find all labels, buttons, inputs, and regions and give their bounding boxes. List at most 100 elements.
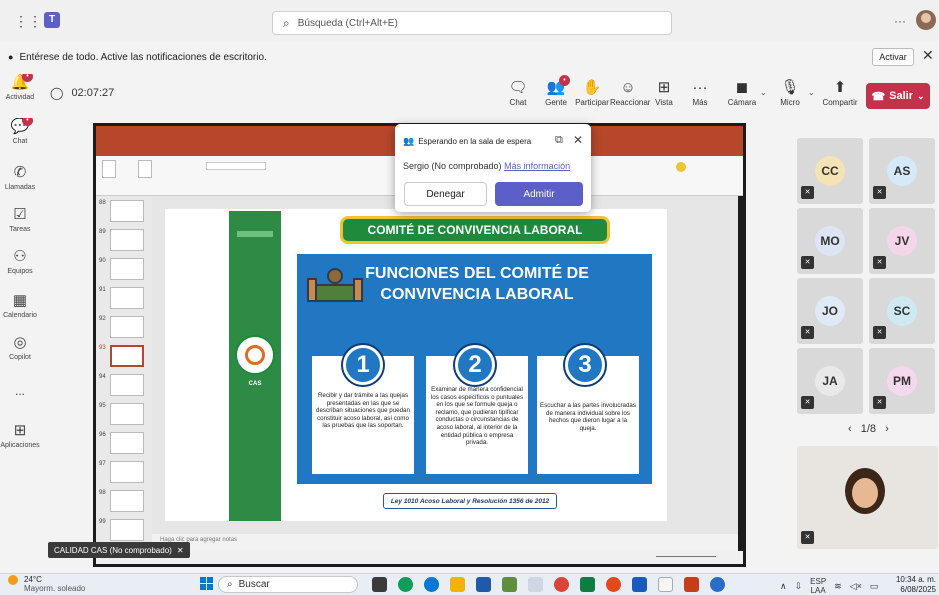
rail-item-tareas[interactable]: ☑ Tareas: [0, 206, 40, 233]
rail-item-aplicaciones[interactable]: ⊞ Aplicaciones: [0, 422, 40, 449]
windows-start-icon[interactable]: [200, 577, 214, 591]
camera-button[interactable]: ◼ Cámara: [724, 78, 760, 107]
rail-item-more[interactable]: ...: [0, 384, 40, 398]
app-icon[interactable]: [528, 577, 543, 592]
slide-thumbnail[interactable]: [110, 461, 144, 483]
teams-logo-icon: T: [44, 12, 60, 28]
app-icon[interactable]: [606, 577, 621, 592]
mic-off-icon: ✕: [873, 186, 886, 199]
chrome-alt-icon[interactable]: [554, 577, 569, 592]
slide-thumbnail[interactable]: [110, 403, 144, 425]
slide-thumbnail[interactable]: [110, 258, 144, 280]
copilot-icon: ◎: [13, 334, 27, 351]
close-icon[interactable]: ✕: [573, 133, 583, 147]
taskbar-clock[interactable]: 10:34 a. m. 6/08/2025: [892, 575, 936, 595]
avatar: JV: [887, 226, 917, 256]
rail-item-equipos[interactable]: ⚇ Equipos: [0, 248, 40, 275]
react-button[interactable]: ☺ Reaccionar: [610, 78, 650, 107]
battery-icon[interactable]: ▭: [870, 581, 879, 592]
rail-item-copilot[interactable]: ◎ Copilot: [0, 334, 40, 361]
slide-thumbnails[interactable]: 88 89 90 91 92 93 94 95 96 97 98 99: [96, 196, 152, 551]
notes-pane[interactable]: Haga clic para agregar notas: [152, 534, 738, 551]
function-number-3: 3: [565, 345, 605, 385]
chat-button[interactable]: 🗨 Chat: [500, 78, 536, 107]
participant-tile[interactable]: MO ✕: [797, 208, 863, 274]
weather-widget[interactable]: 24°C Mayorm. soleado: [8, 575, 85, 593]
more-info-link[interactable]: Más información: [504, 161, 570, 171]
people-button[interactable]: 👥 • Gente: [538, 75, 574, 107]
rail-item-llamadas[interactable]: ✆ Llamadas: [0, 164, 40, 191]
teams-window: ⋮⋮⋮ T ⌕ Búsqueda (Ctrl+Alt+E) ··· ● Enté…: [0, 0, 939, 595]
slide-thumbnail[interactable]: [110, 519, 144, 541]
task-view-icon[interactable]: [372, 577, 387, 592]
mic-button[interactable]: 🎙 Micro: [772, 78, 808, 107]
waiting-room-popup: 👥 Esperando en la sala de espera ⧉ ✕ Ser…: [395, 124, 591, 212]
slide-green-band: CAS: [229, 211, 281, 521]
chevron-right-icon[interactable]: ›: [885, 423, 889, 435]
slide-thumbnail-selected[interactable]: [110, 345, 144, 367]
avatar: PM: [887, 366, 917, 396]
rail-item-chat[interactable]: 💬 • Chat: [0, 118, 40, 145]
camera-chevron-icon[interactable]: ⌄: [760, 88, 767, 97]
slide-header: COMITÉ DE CONVIVENCIA LABORAL: [340, 216, 610, 244]
avatar: SC: [887, 296, 917, 326]
more-button[interactable]: ··· Más: [682, 78, 718, 107]
excel-icon[interactable]: [580, 577, 595, 592]
participant-tile[interactable]: SC ✕: [869, 278, 935, 344]
rail-item-calendario[interactable]: ▦ Calendario: [0, 292, 40, 319]
share-button[interactable]: ⬆ Compartir: [818, 78, 862, 107]
chrome-icon[interactable]: [398, 577, 413, 592]
leave-button[interactable]: ☎ Salir ⌄: [866, 83, 930, 109]
user-avatar[interactable]: [916, 10, 936, 30]
volume-icon[interactable]: ◁×: [850, 581, 862, 592]
onedrive-icon[interactable]: ⇩: [795, 581, 803, 592]
participant-tile[interactable]: JO ✕: [797, 278, 863, 344]
slide-thumbnail[interactable]: [110, 432, 144, 454]
app-icon[interactable]: [502, 577, 517, 592]
settings-icon[interactable]: [710, 577, 725, 592]
cas-logo-text: CAS: [248, 381, 262, 387]
store-icon[interactable]: [476, 577, 491, 592]
participant-tile[interactable]: JV ✕: [869, 208, 935, 274]
chevron-up-icon[interactable]: ∧: [780, 581, 787, 592]
open-panel-icon[interactable]: ⧉: [555, 134, 563, 147]
self-view-tile[interactable]: ✕: [797, 446, 938, 549]
slide-thumbnail[interactable]: [110, 287, 144, 309]
participant-tile[interactable]: CC ✕: [797, 138, 863, 204]
close-icon[interactable]: ✕: [922, 47, 934, 64]
edge-icon[interactable]: [424, 577, 439, 592]
language-indicator[interactable]: ESP LAA: [810, 577, 826, 595]
participant-tile[interactable]: AS ✕: [869, 138, 935, 204]
zoom-slider[interactable]: [656, 556, 716, 557]
deny-button[interactable]: Denegar: [404, 182, 487, 206]
mic-off-icon: ✕: [801, 256, 814, 269]
slide-thumbnail[interactable]: [110, 490, 144, 512]
wifi-icon[interactable]: ≋: [834, 581, 842, 592]
taskbar-search[interactable]: ⌕ Buscar: [218, 576, 358, 593]
file-explorer-icon[interactable]: [450, 577, 465, 592]
grid-icon: ⊞: [657, 79, 671, 96]
mic-off-icon: ✕: [176, 545, 184, 555]
rail-item-actividad[interactable]: 🔔 • Actividad: [0, 74, 40, 101]
teams-icon: ⚇: [13, 248, 27, 265]
avatar: JO: [815, 296, 845, 326]
word-icon[interactable]: [632, 577, 647, 592]
app-icon[interactable]: [658, 577, 673, 592]
search-input[interactable]: ⌕ Búsqueda (Ctrl+Alt+E): [272, 11, 672, 35]
more-options-icon[interactable]: ···: [894, 14, 906, 28]
slide-thumbnail[interactable]: [110, 316, 144, 338]
slide-title: FUNCIONES DEL COMITÉ DE CONVIVENCIA LABO…: [365, 265, 589, 303]
sun-icon: [8, 575, 18, 585]
slide-thumbnail[interactable]: [110, 229, 144, 251]
slide-thumbnail[interactable]: [110, 200, 144, 222]
raise-hand-button[interactable]: ✋ Participar: [574, 78, 610, 107]
powerpoint-icon[interactable]: [684, 577, 699, 592]
admit-button[interactable]: Admitir: [495, 182, 583, 206]
slide-thumbnail[interactable]: [110, 374, 144, 396]
activate-button[interactable]: Activar: [872, 48, 914, 66]
mic-chevron-icon[interactable]: ⌄: [808, 88, 815, 97]
participant-tile[interactable]: PM ✕: [869, 348, 935, 414]
chevron-left-icon[interactable]: ‹: [848, 423, 852, 435]
view-button[interactable]: ⊞ Vista: [646, 78, 682, 107]
participant-tile[interactable]: JA ✕: [797, 348, 863, 414]
